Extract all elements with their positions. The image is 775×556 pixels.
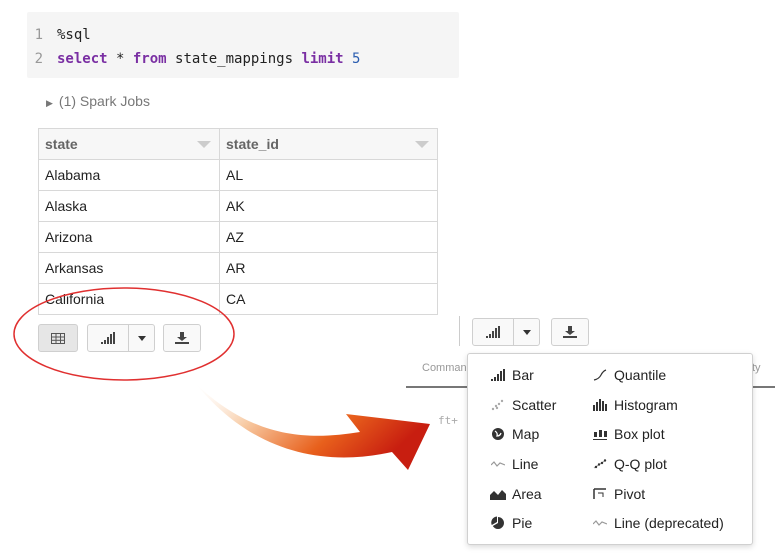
pie-chart-icon (490, 516, 506, 530)
line-chart-icon (490, 457, 506, 471)
download-icon (563, 326, 577, 338)
red-ellipse-annotation (13, 287, 235, 381)
bar-chart-button[interactable] (473, 318, 515, 346)
tab-commands[interactable]: Comman (422, 362, 467, 374)
menu-item-quantile[interactable]: Quantile (592, 365, 666, 385)
box-plot-icon (592, 427, 608, 441)
menu-item-scatter[interactable]: Scatter (490, 395, 556, 415)
bar-chart-icon (490, 368, 506, 382)
menu-item-pivot[interactable]: Pivot (592, 484, 645, 504)
toolbar-divider (459, 316, 460, 346)
plot-options-dropdown[interactable] (514, 318, 539, 346)
menu-item-box-plot[interactable]: Box plot (592, 424, 665, 444)
line-chart-icon (592, 516, 608, 530)
menu-item-line[interactable]: Line (490, 454, 538, 474)
area-chart-icon (490, 487, 506, 501)
globe-icon (490, 427, 506, 441)
menu-item-pie[interactable]: Pie (490, 513, 532, 533)
chevron-down-icon (522, 329, 531, 335)
menu-item-qq-plot[interactable]: Q-Q plot (592, 454, 667, 474)
menu-item-bar[interactable]: Bar (490, 365, 534, 385)
plot-type-split-button[interactable] (472, 318, 540, 346)
arrow-annotation (196, 384, 430, 470)
scatter-icon (490, 398, 506, 412)
quantile-icon (592, 368, 608, 382)
menu-item-area[interactable]: Area (490, 484, 542, 504)
shortcut-hint: ft+ (438, 414, 458, 427)
pivot-icon (592, 487, 608, 501)
download-button[interactable] (551, 318, 589, 346)
menu-item-map[interactable]: Map (490, 424, 539, 444)
qq-plot-icon (592, 457, 608, 471)
tab-partial[interactable]: ty (752, 362, 761, 374)
menu-item-histogram[interactable]: Histogram (592, 395, 678, 415)
menu-item-line-deprecated[interactable]: Line (deprecated) (592, 513, 724, 533)
histogram-icon (592, 398, 608, 412)
bar-chart-icon (486, 326, 501, 338)
plot-type-menu: Bar Scatter Map Line Area Pie Quantile H… (467, 353, 753, 545)
